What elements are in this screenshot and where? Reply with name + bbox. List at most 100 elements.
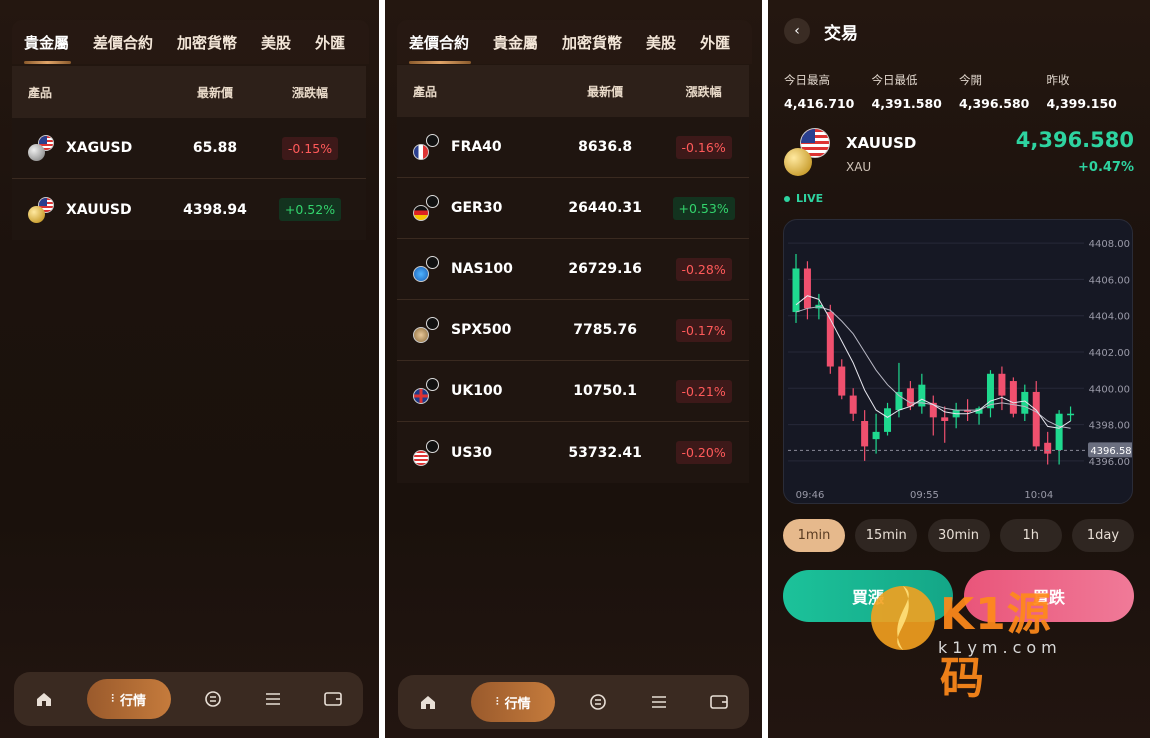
symbol: FRA40	[451, 139, 502, 155]
last-price: 7785.76	[573, 322, 638, 338]
table-header: 產品 最新價 漲跌幅	[397, 65, 749, 117]
de-index-icon	[413, 195, 439, 221]
badge-icon	[426, 378, 439, 391]
candle-body	[1055, 413, 1063, 451]
tab-cfd[interactable]: 差價合約	[397, 32, 481, 64]
gold-coin-icon	[28, 205, 45, 223]
candle-body	[998, 373, 1006, 396]
timeframe-1day[interactable]: 1day	[1072, 519, 1134, 552]
table-row[interactable]: XAGUSD 65.88 -0.15%	[12, 118, 366, 179]
table-row[interactable]: NAS100 26729.16 -0.28%	[397, 239, 749, 300]
header-price: 最新價	[587, 84, 624, 99]
symbol: XAUUSD	[66, 201, 132, 218]
badge-icon	[426, 256, 439, 269]
table-header: 產品 最新價 漲跌幅	[12, 66, 366, 118]
bottom-nav: ⫶ 行情	[398, 675, 749, 729]
table-row[interactable]: GER30 26440.31 +0.53%	[397, 178, 749, 239]
market-icon: ⫶	[111, 692, 115, 705]
candle-body	[1044, 442, 1052, 454]
change-badge: -0.28%	[675, 257, 732, 281]
home-icon[interactable]	[27, 682, 61, 716]
candle-body	[838, 366, 846, 396]
last-price: 65.88	[192, 140, 238, 156]
quote-list: FRA40 8636.8 -0.16% GER30 26440.31 +0.53% NAS1…	[397, 117, 749, 483]
tab-crypto[interactable]: 加密貨幣	[550, 32, 634, 53]
current-price: 4,396.580	[1015, 128, 1134, 152]
y-tick-label: 4402.00	[1089, 348, 1130, 359]
de-flag-icon	[413, 205, 429, 221]
change-badge: -0.17%	[675, 318, 732, 342]
x-tick-label: 09:55	[910, 490, 939, 501]
trade-panel: ‹ 交易 今日最高 4,416.710 今日最低 4,391.580 今開 4,…	[768, 0, 1150, 738]
timeframe-15min[interactable]: 15min	[855, 519, 918, 552]
candle-body	[1009, 381, 1017, 414]
buy-down-button[interactable]: 買跌	[964, 570, 1134, 622]
stat-open: 今開 4,396.580	[959, 73, 1030, 111]
market-icon: ⫶	[495, 695, 499, 708]
list-icon[interactable]	[256, 682, 290, 716]
nas-flag-icon	[413, 266, 429, 282]
symbol: US30	[451, 444, 492, 461]
x-tick-label: 09:46	[796, 490, 825, 501]
y-tick-label: 4400.00	[1089, 384, 1130, 395]
candle-body	[895, 391, 903, 411]
tab-metals[interactable]: 貴金屬	[12, 32, 81, 64]
back-button[interactable]: ‹	[784, 18, 810, 44]
tab-crypto[interactable]: 加密貨幣	[165, 32, 249, 53]
timeframe-1h[interactable]: 1h	[999, 519, 1062, 552]
header-change: 漲跌幅	[685, 84, 722, 99]
timeframe-30min[interactable]: 30min	[927, 519, 990, 552]
tab-us-stocks[interactable]: 美股	[634, 32, 688, 53]
badge-icon	[426, 317, 439, 330]
last-price: 4398.94	[183, 201, 247, 218]
daily-stats: 今日最高 4,416.710 今日最低 4,391.580 今開 4,396.5…	[784, 72, 1134, 111]
candle-body	[1067, 413, 1075, 416]
category-tabs: 差價合約 貴金屬 加密貨幣 美股 外匯	[397, 20, 752, 64]
list-icon[interactable]	[642, 685, 676, 719]
watermark-url: k1ym.com	[938, 638, 1062, 657]
timeframe-1min[interactable]: 1min	[783, 519, 845, 552]
spx-index-icon	[413, 317, 439, 343]
tab-cfd[interactable]: 差價合約	[81, 32, 165, 53]
home-icon[interactable]	[411, 685, 445, 719]
tab-metals[interactable]: 貴金屬	[481, 32, 550, 53]
exchange-icon[interactable]	[581, 685, 615, 719]
buy-up-button[interactable]: 買漲	[783, 570, 953, 622]
candle-body	[906, 388, 914, 407]
tab-forex[interactable]: 外匯	[688, 32, 742, 53]
tab-us-stocks[interactable]: 美股	[249, 32, 303, 53]
table-row[interactable]: SPX500 7785.76 -0.17%	[397, 300, 749, 361]
last-price: 26729.16	[568, 261, 642, 277]
table-row[interactable]: UK100 10750.1 -0.21%	[397, 361, 749, 422]
candlestick-chart[interactable]: 4408.00 4406.00 4404.00 4402.00 4400.00 4398.…	[783, 219, 1133, 504]
category-tabs: 貴金屬 差價合約 加密貨幣 美股 外匯	[12, 20, 369, 64]
exchange-icon[interactable]	[196, 682, 230, 716]
badge-icon	[426, 195, 439, 208]
last-price: 10750.1	[573, 383, 638, 399]
change-badge: -0.21%	[675, 379, 732, 403]
table-row[interactable]: XAUUSD 4398.94 +0.52%	[12, 179, 366, 240]
nav-market-label: 行情	[120, 693, 147, 709]
spx-flag-icon	[413, 327, 429, 343]
nav-market-button[interactable]: ⫶ 行情	[86, 679, 171, 719]
stat-high: 今日最高 4,416.710	[784, 73, 855, 111]
change-badge: -0.15%	[281, 136, 339, 160]
symbol: NAS100	[451, 261, 513, 277]
fr-index-icon	[413, 134, 439, 160]
candle-body	[803, 268, 811, 309]
wallet-icon[interactable]	[316, 682, 350, 716]
wallet-icon[interactable]	[702, 685, 736, 719]
table-row[interactable]: US30 53732.41 -0.20%	[397, 422, 749, 483]
y-tick-label: 4398.00	[1089, 421, 1130, 432]
badge-icon	[426, 134, 439, 147]
header-price: 最新價	[196, 85, 233, 100]
symbol-sub: XAU	[846, 160, 872, 174]
tab-forex[interactable]: 外匯	[303, 32, 357, 53]
nav-market-button[interactable]: ⫶ 行情	[471, 682, 556, 722]
quote-list: XAGUSD 65.88 -0.15% XAUUSD 4398.94 +0.52…	[12, 118, 366, 240]
xau-icon	[28, 196, 54, 223]
table-row[interactable]: FRA40 8636.8 -0.16%	[397, 117, 749, 178]
last-price: 8636.8	[578, 139, 633, 155]
live-dot-icon	[784, 195, 790, 202]
header-product: 產品	[28, 85, 53, 100]
